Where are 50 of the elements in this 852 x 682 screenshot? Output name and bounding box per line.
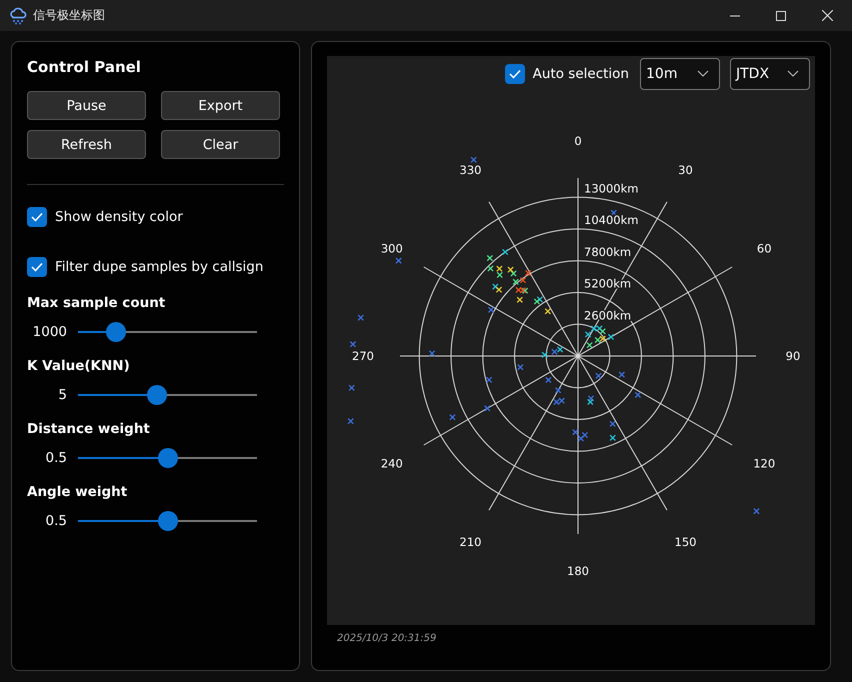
angle-label: 0: [574, 134, 582, 148]
slider-label: Max sample count: [27, 295, 166, 311]
angle-label: 30: [678, 162, 693, 177]
dropdown[interactable]: 10m: [640, 58, 720, 90]
slider-value: 0.5: [44, 513, 67, 529]
timestamp: 2025/10/3 20:31:59: [336, 632, 438, 646]
checkbox[interactable]: [27, 207, 47, 227]
checkbox-label: Auto selection: [532, 66, 629, 82]
action-button[interactable]: Pause: [27, 91, 146, 120]
slider-thumb[interactable]: [146, 385, 167, 405]
chevron-down-icon: [697, 70, 709, 77]
slider-value: 0.5: [44, 450, 67, 466]
maximize-icon[interactable]: [776, 10, 786, 20]
angle-label: 60: [756, 242, 772, 256]
angle-label: 120: [753, 456, 776, 470]
checkbox-label: Show density color: [55, 209, 183, 225]
checkbox[interactable]: [504, 64, 525, 84]
slider-thumb[interactable]: [158, 511, 178, 531]
angle-label: 210: [460, 535, 482, 550]
checkbox[interactable]: [27, 257, 47, 277]
angle-label: 180: [567, 564, 589, 578]
slider-value: 1000: [32, 324, 67, 340]
checkmark-icon: [31, 212, 43, 222]
angle-label: 150: [674, 535, 696, 550]
angle-label: 330: [460, 162, 482, 177]
slider-label: Distance weight: [27, 421, 151, 437]
angle-label: 300: [380, 242, 403, 256]
angle-label: 270: [352, 349, 374, 363]
angle-label: 240: [380, 456, 403, 470]
ring-label: 13000km: [584, 181, 638, 196]
ring-label: 7800km: [584, 244, 632, 259]
slider-thumb[interactable]: [106, 322, 126, 342]
window-title: 信号极坐标图: [33, 7, 105, 24]
panel-title: Control Panel: [27, 58, 142, 76]
action-button[interactable]: Export: [161, 91, 280, 120]
slider-thumb[interactable]: [158, 448, 178, 468]
ring-label: 10400km: [584, 213, 638, 228]
close-icon[interactable]: [822, 10, 833, 21]
checkmark-icon: [508, 68, 521, 78]
action-button[interactable]: Clear: [161, 130, 280, 159]
cloud-icon: [9, 6, 27, 24]
checkbox-label: Filter dupe samples by callsign: [55, 259, 264, 275]
slider-label: K Value(KNN): [27, 358, 131, 374]
slider-value: 5: [57, 387, 67, 403]
chevron-down-icon: [787, 70, 799, 77]
slider-label: Angle weight: [27, 484, 128, 500]
angle-label: 90: [786, 349, 800, 363]
dropdown[interactable]: JTDX: [730, 58, 810, 90]
action-button[interactable]: Refresh: [27, 130, 146, 159]
checkmark-icon: [31, 262, 43, 272]
